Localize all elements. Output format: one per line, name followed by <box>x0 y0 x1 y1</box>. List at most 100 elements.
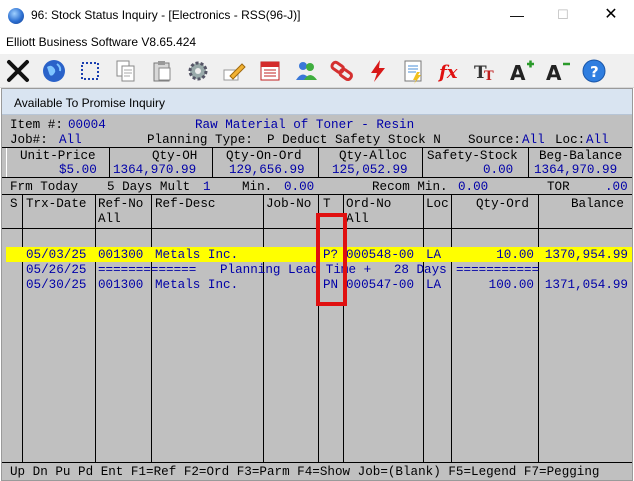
column-header-ref-no[interactable]: Ref-No <box>98 198 143 211</box>
divider <box>6 148 7 177</box>
app-globe-icon <box>8 8 24 24</box>
row-1-ref-no[interactable]: 001300 <box>98 249 143 262</box>
status-bar-keys: Up Dn Pu Pd Ent F1=Ref F2=Ord F3=Parm F4… <box>10 465 600 479</box>
summary-value-qty-on-ord: 129,656.99 <box>229 163 305 177</box>
flash-icon[interactable] <box>363 56 393 86</box>
link-icon[interactable] <box>327 56 357 86</box>
calendar-icon[interactable] <box>255 56 285 86</box>
edit-icon[interactable] <box>219 56 249 86</box>
divider <box>528 148 529 177</box>
divider <box>318 148 319 177</box>
row-1-trx-date[interactable]: 05/03/25 <box>26 249 86 262</box>
help-icon[interactable]: ? <box>579 56 609 86</box>
row-1-loc[interactable]: LA <box>426 249 441 262</box>
tor-label: TOR <box>547 180 570 194</box>
row-1-ord-no[interactable]: 000548-00 <box>346 249 414 262</box>
divider <box>423 195 424 462</box>
column-header-s: S <box>10 197 18 211</box>
highlight-annotation-box <box>316 213 347 306</box>
loc-label: Loc: <box>555 133 586 147</box>
svg-text:?: ? <box>590 63 599 81</box>
select-icon[interactable] <box>75 56 105 86</box>
column-header-trx-date[interactable]: Trx-Date <box>26 198 86 211</box>
source-value[interactable]: All <box>522 134 545 147</box>
toolbar: fx TT A A ? <box>0 54 634 88</box>
row-2-trx-date[interactable]: 05/26/25 <box>26 264 86 277</box>
recom-min-value: 0.00 <box>458 180 489 194</box>
summary-value-beg-balance: 1364,970.99 <box>534 163 618 177</box>
divider <box>263 195 264 462</box>
divider <box>212 148 213 177</box>
exit-icon[interactable] <box>3 56 33 86</box>
row-3-loc[interactable]: LA <box>426 279 441 292</box>
column-header-t[interactable]: T <box>323 198 331 211</box>
divider <box>451 195 452 462</box>
tor-value: .00 <box>605 180 628 194</box>
row-3-qty-ord[interactable]: 100.00 <box>452 279 534 292</box>
report-icon[interactable] <box>399 56 429 86</box>
globe-icon[interactable] <box>39 56 69 86</box>
column-header-balance[interactable]: Balance <box>571 198 624 211</box>
users-icon[interactable] <box>291 56 321 86</box>
function-icon[interactable]: fx <box>435 56 465 86</box>
summary-value-safety-stock: 0.00 <box>483 163 514 177</box>
copy-icon[interactable] <box>111 56 141 86</box>
column-header-ord-no[interactable]: Ord-No <box>346 198 391 211</box>
column-header-ord-no-filter: All <box>346 212 369 226</box>
divider <box>109 148 110 177</box>
summary-value-qty-alloc: 125,052.99 <box>332 163 408 177</box>
paste-icon[interactable] <box>147 56 177 86</box>
summary-header-qty-oh: Qty-OH <box>152 149 198 163</box>
row-1-ref-desc[interactable]: Metals Inc. <box>155 249 238 262</box>
row-3-balance[interactable]: 1371,054.99 <box>539 279 628 292</box>
row-3-ord-no[interactable]: 000547-00 <box>346 279 414 292</box>
column-header-job-no[interactable]: Job-No <box>266 198 311 211</box>
item-number[interactable]: 00004 <box>68 119 106 132</box>
min-value: 0.00 <box>284 180 315 194</box>
brand-version: Elliott Business Software V8.65.424 <box>6 35 197 49</box>
font-smaller-icon[interactable]: A <box>543 56 573 86</box>
summary-header-beg-balance: Beg-Balance <box>539 149 623 163</box>
font-larger-icon[interactable]: A <box>507 56 537 86</box>
item-label: Item #: <box>10 118 63 132</box>
summary-value-unit-price: $5.00 <box>59 163 97 177</box>
column-header-qty-ord[interactable]: Qty-Ord <box>476 198 529 211</box>
row-2-divider-equals-tail: =========== <box>456 263 540 277</box>
row-3-ref-no[interactable]: 001300 <box>98 279 143 292</box>
font-icon[interactable]: TT <box>471 56 501 86</box>
summary-header-safety-stock: Safety-Stock <box>427 149 518 163</box>
divider <box>151 195 152 462</box>
min-label: Min. <box>242 180 273 194</box>
divider <box>422 148 423 177</box>
from-today-label: Frm Today <box>10 180 79 194</box>
summary-header-qty-alloc: Qty-Alloc <box>339 149 408 163</box>
window-title-bar: 96: Stock Status Inquiry - [Electronics … <box>0 0 634 31</box>
status-bar: Up Dn Pu Pd Ent F1=Ref F2=Ord F3=Parm F4… <box>2 462 632 480</box>
divider <box>2 177 632 178</box>
divider <box>22 195 23 462</box>
loc-value[interactable]: All <box>586 134 609 147</box>
maximize-button[interactable]: ☐ <box>540 0 586 31</box>
minimize-button[interactable]: — <box>494 0 540 31</box>
days-mult-label: 5 Days Mult <box>107 180 191 194</box>
row-3-ref-desc[interactable]: Metals Inc. <box>155 279 238 292</box>
job-label: Job#: <box>10 133 48 147</box>
terminal-screen: Item #: 00004 Raw Material of Toner - Re… <box>2 116 632 480</box>
close-button[interactable]: ✕ <box>588 0 634 31</box>
settings-icon[interactable] <box>183 56 213 86</box>
column-header-ref-desc[interactable]: Ref-Desc <box>155 198 215 211</box>
row-2-divider-equals: ============= <box>98 263 197 277</box>
column-header-ref-no-filter: All <box>98 212 121 226</box>
divider <box>95 195 96 462</box>
source-label: Source: <box>468 133 521 147</box>
job-value[interactable]: All <box>59 134 82 147</box>
planning-type-value: P Deduct Safety Stock N <box>267 133 441 147</box>
mult-value[interactable]: 1 <box>203 181 211 194</box>
recom-min-label: Recom Min. <box>372 180 448 194</box>
row-1-balance[interactable]: 1370,954.99 <box>539 249 628 262</box>
row-3-trx-date[interactable]: 05/30/25 <box>26 279 86 292</box>
column-header-loc[interactable]: Loc <box>426 198 449 211</box>
planning-type-label: Planning Type: <box>147 133 253 147</box>
row-1-qty-ord[interactable]: 10.00 <box>452 249 534 262</box>
svg-text:fx: fx <box>437 62 458 83</box>
